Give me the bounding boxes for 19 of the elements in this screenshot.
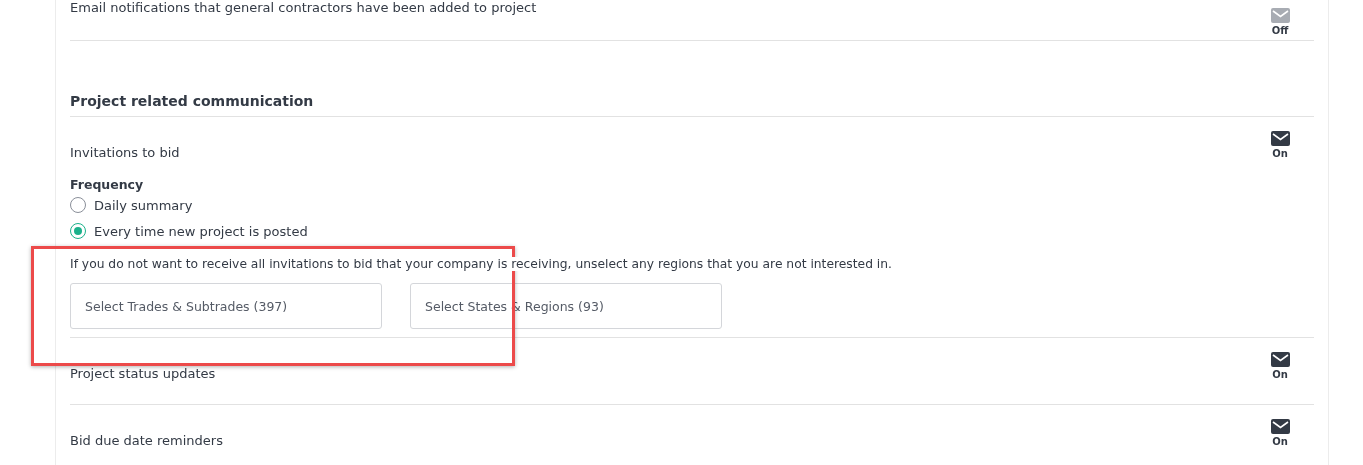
status-label: Off — [1271, 25, 1289, 36]
setting-label: Invitations to bid — [70, 145, 180, 160]
setting-label: Bid due date reminders — [70, 433, 223, 448]
status-label: On — [1272, 148, 1288, 159]
radio-button[interactable] — [70, 223, 86, 239]
option-label: Daily summary — [94, 197, 193, 213]
envelope-icon[interactable] — [1270, 419, 1290, 434]
envelope-icon[interactable] — [1270, 131, 1290, 146]
setting-label: Project status updates — [70, 366, 216, 381]
envelope-icon[interactable] — [1270, 352, 1290, 367]
section-heading: Project related communication — [70, 41, 1314, 117]
status-label: On — [1272, 369, 1288, 380]
radio-button[interactable] — [70, 197, 86, 213]
option-label: Every time new project is posted — [94, 223, 308, 239]
select-field[interactable]: Select Trades & Subtrades (397) — [70, 283, 382, 329]
setting-label: Email notifications that general contractors have been added to project — [70, 0, 537, 15]
frequency-label: Frequency — [70, 177, 145, 192]
info-text: If you do not want to receive all invitations to bid that your company is receiving, unselect any regions that you are not interested in. — [70, 257, 892, 271]
status-label: On — [1272, 436, 1288, 447]
